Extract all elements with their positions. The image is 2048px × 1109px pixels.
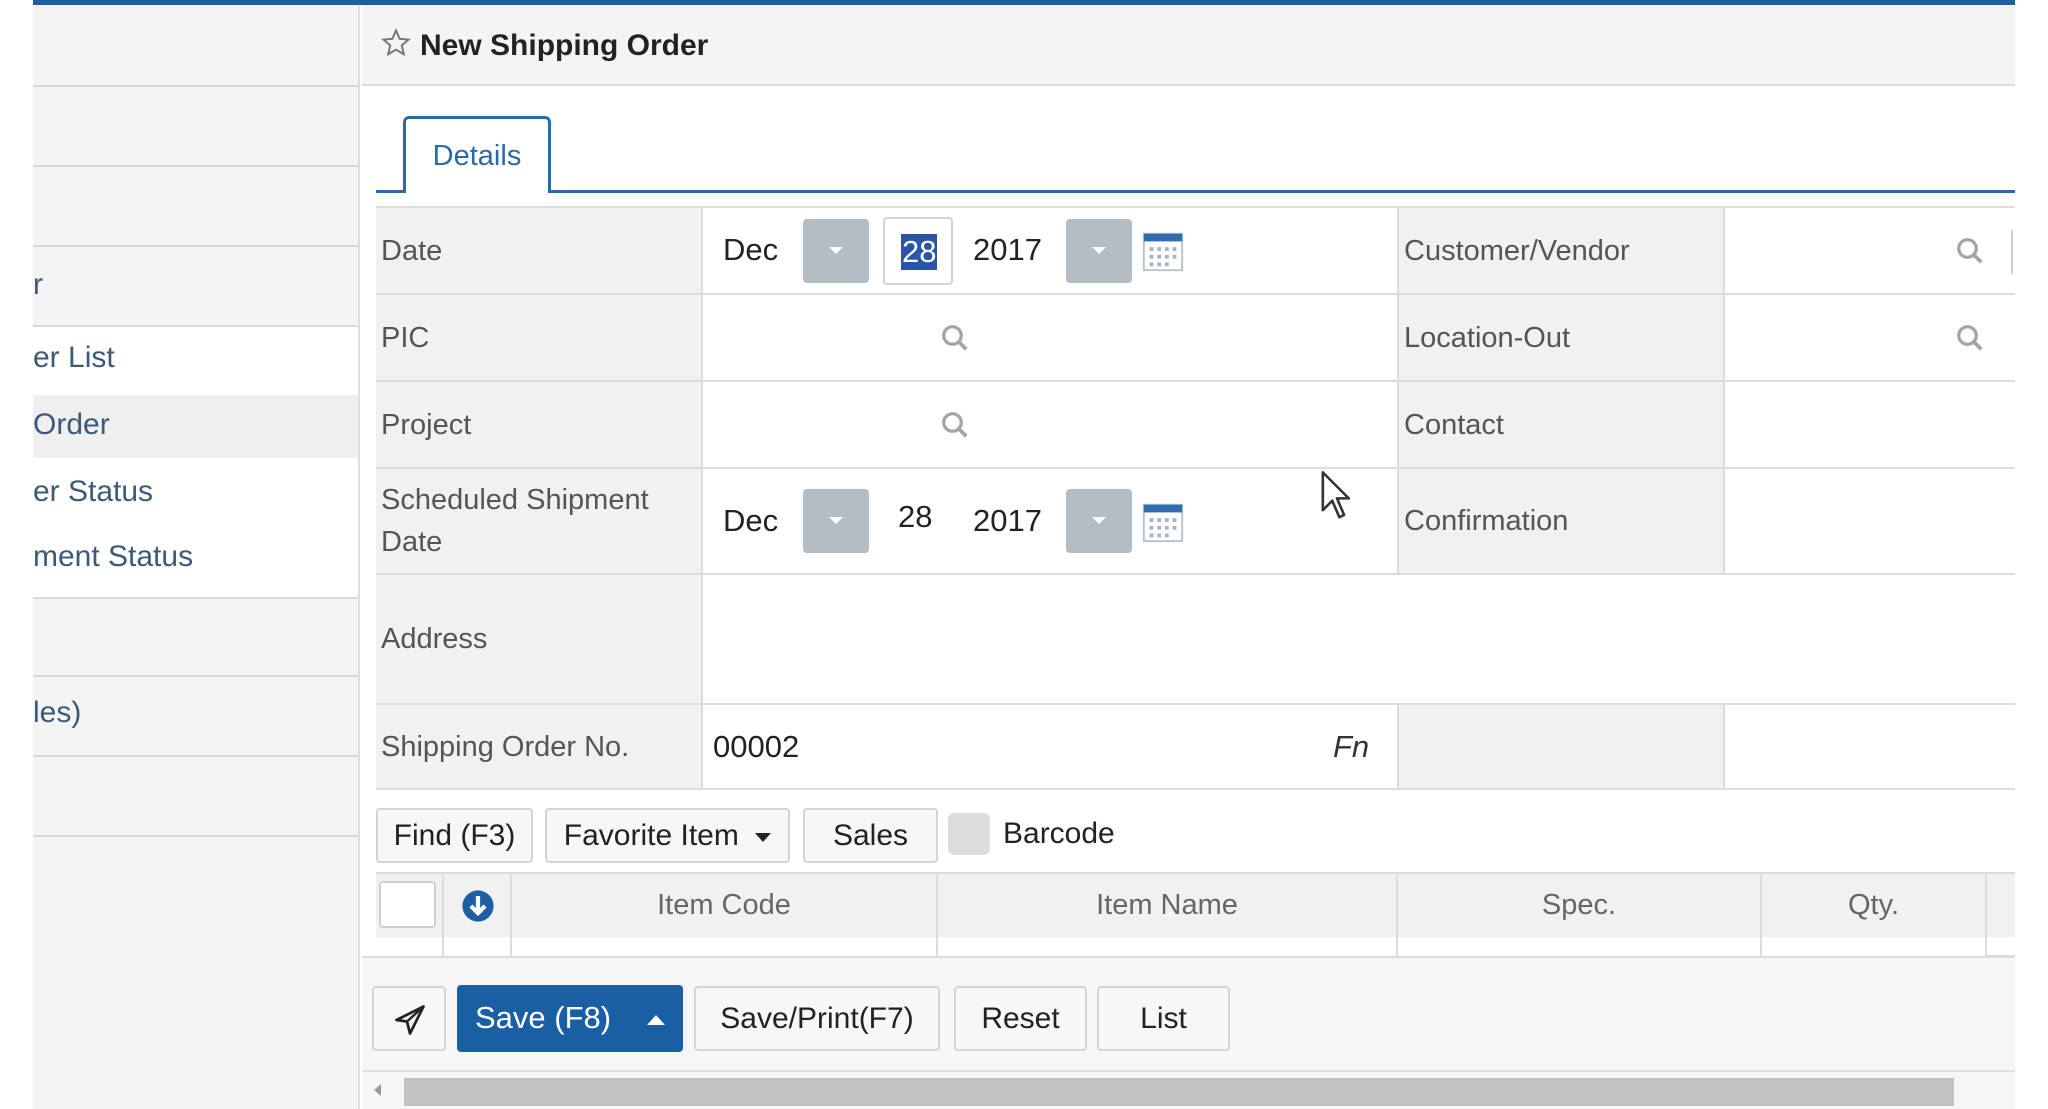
sidebar-divider xyxy=(33,835,358,837)
confirmation-label: Confirmation xyxy=(1397,469,1723,573)
shipping-order-no-input[interactable]: 00002 Fn xyxy=(701,705,1397,788)
column-header-spec[interactable]: Spec. xyxy=(1398,874,1762,937)
arrow-down-circle-icon[interactable] xyxy=(461,889,495,923)
project-input[interactable] xyxy=(701,382,1397,467)
sidebar-item[interactable]: r xyxy=(33,267,358,303)
year-dropdown-button[interactable] xyxy=(1066,219,1132,283)
sidebar-item-order-status[interactable]: er Status xyxy=(33,474,358,510)
scheduled-shipment-date-label-line2: Date xyxy=(381,526,443,558)
sort-header xyxy=(444,874,512,937)
reset-button[interactable]: Reset xyxy=(954,986,1087,1051)
empty-label-cell xyxy=(1397,705,1723,788)
search-icon[interactable] xyxy=(940,323,970,353)
scheduled-day[interactable]: 28 xyxy=(898,499,932,535)
paper-plane-icon xyxy=(395,1005,425,1035)
sidebar-divider xyxy=(33,245,358,247)
address-input[interactable] xyxy=(701,575,2015,703)
date-year[interactable]: 2017 xyxy=(973,232,1042,268)
list-button[interactable]: List xyxy=(1097,986,1230,1051)
sidebar-item[interactable]: les) xyxy=(33,695,358,731)
scheduled-month[interactable]: Dec xyxy=(723,503,778,539)
sidebar-divider xyxy=(33,85,358,87)
date-day-value: 28 xyxy=(901,234,938,270)
scheduled-year[interactable]: 2017 xyxy=(973,503,1042,539)
star-outline-icon[interactable] xyxy=(381,28,411,58)
save-print-button[interactable]: Save/Print(F7) xyxy=(694,986,940,1051)
scheduled-shipment-date-field: Dec 28 2017 xyxy=(701,469,1397,573)
sidebar-divider xyxy=(33,755,358,757)
pic-input[interactable] xyxy=(701,295,1397,380)
column-header-more xyxy=(1987,874,2015,937)
scheduled-month-dropdown-button[interactable] xyxy=(803,489,869,553)
horizontal-scrollbar[interactable] xyxy=(362,1070,2015,1109)
month-dropdown-button[interactable] xyxy=(803,219,869,283)
calendar-icon[interactable] xyxy=(1140,228,1186,274)
tab-details[interactable]: Details xyxy=(403,116,551,193)
customer-vendor-label: Customer/Vendor xyxy=(1397,208,1723,293)
caret-up-icon[interactable] xyxy=(647,1015,665,1025)
caret-down-icon xyxy=(755,832,772,842)
location-out-label: Location-Out xyxy=(1397,295,1723,380)
scheduled-shipment-date-label-line1: Scheduled Shipment xyxy=(381,484,649,516)
pic-label: PIC xyxy=(376,295,701,380)
location-out-input[interactable] xyxy=(1723,295,2015,380)
form-row-project: Project Contact xyxy=(376,382,2015,469)
scroll-left-arrow-icon[interactable] xyxy=(374,1084,381,1096)
scrollbar-thumb[interactable] xyxy=(404,1078,1954,1106)
form-row-address: Address xyxy=(376,575,2015,705)
favorite-item-dropdown[interactable]: Favorite Item xyxy=(545,808,790,863)
project-label: Project xyxy=(376,382,701,467)
favorite-item-label: Favorite Item xyxy=(563,819,739,852)
sidebar-item-list[interactable]: er List xyxy=(33,340,358,376)
date-month[interactable]: Dec xyxy=(723,232,778,268)
form-row-shipping-order-no: Shipping Order No. 00002 Fn xyxy=(376,705,2015,790)
tab-bar-underline xyxy=(376,190,2015,193)
sidebar-divider xyxy=(33,675,358,677)
contact-input[interactable] xyxy=(1723,382,2015,467)
sidebar-divider xyxy=(33,597,358,599)
find-button[interactable]: Find (F3) xyxy=(376,808,533,863)
scheduled-shipment-date-label: Scheduled Shipment Date xyxy=(376,469,701,573)
column-header-qty[interactable]: Qty. xyxy=(1762,874,1987,937)
save-button[interactable]: Save (F8) xyxy=(457,985,683,1052)
form-row-scheduled-shipment-date: Scheduled Shipment Date Dec 28 2017 Conf… xyxy=(376,469,2015,575)
sidebar-item-shipment-status[interactable]: ment Status xyxy=(33,539,358,575)
search-icon[interactable] xyxy=(940,410,970,440)
column-header-item-name[interactable]: Item Name xyxy=(938,874,1398,937)
address-label: Address xyxy=(376,575,701,703)
sidebar-divider xyxy=(33,165,358,167)
date-field: Dec 28 2017 xyxy=(701,208,1397,293)
calendar-icon[interactable] xyxy=(1140,499,1186,545)
fn-button[interactable]: Fn xyxy=(1333,729,1369,765)
barcode-checkbox[interactable] xyxy=(948,813,990,855)
send-button[interactable] xyxy=(372,986,446,1051)
confirmation-value[interactable] xyxy=(1723,469,2015,573)
item-table: Item Code Item Name Spec. Qty. xyxy=(376,872,2015,959)
mouse-cursor-icon xyxy=(1321,471,1351,519)
search-icon[interactable] xyxy=(1955,323,1985,353)
date-day-input[interactable]: 28 xyxy=(883,217,953,285)
empty-value-cell xyxy=(1723,705,2015,788)
search-icon[interactable] xyxy=(1955,236,1985,266)
shipping-order-no-label: Shipping Order No. xyxy=(376,705,701,788)
form-row-pic: PIC Location-Out xyxy=(376,295,2015,382)
date-label: Date xyxy=(376,208,701,293)
sidebar: r er List Order er Status ment Status le… xyxy=(33,5,360,1109)
form-row-date: Date Dec 28 2017 Customer/Vendor xyxy=(376,208,2015,295)
sidebar-item-order[interactable]: Order xyxy=(33,407,358,443)
barcode-label: Barcode xyxy=(1003,817,1115,850)
customer-vendor-input[interactable] xyxy=(1723,208,2015,293)
save-button-label: Save (F8) xyxy=(475,1000,612,1035)
select-all-header xyxy=(376,874,444,937)
shipping-order-no-value: 00002 xyxy=(713,729,800,764)
sales-button[interactable]: Sales xyxy=(803,808,938,863)
contact-label: Contact xyxy=(1397,382,1723,467)
column-header-item-code[interactable]: Item Code xyxy=(512,874,938,937)
scheduled-year-dropdown-button[interactable] xyxy=(1066,489,1132,553)
page-title: New Shipping Order xyxy=(420,29,709,62)
select-all-checkbox[interactable] xyxy=(379,881,436,928)
